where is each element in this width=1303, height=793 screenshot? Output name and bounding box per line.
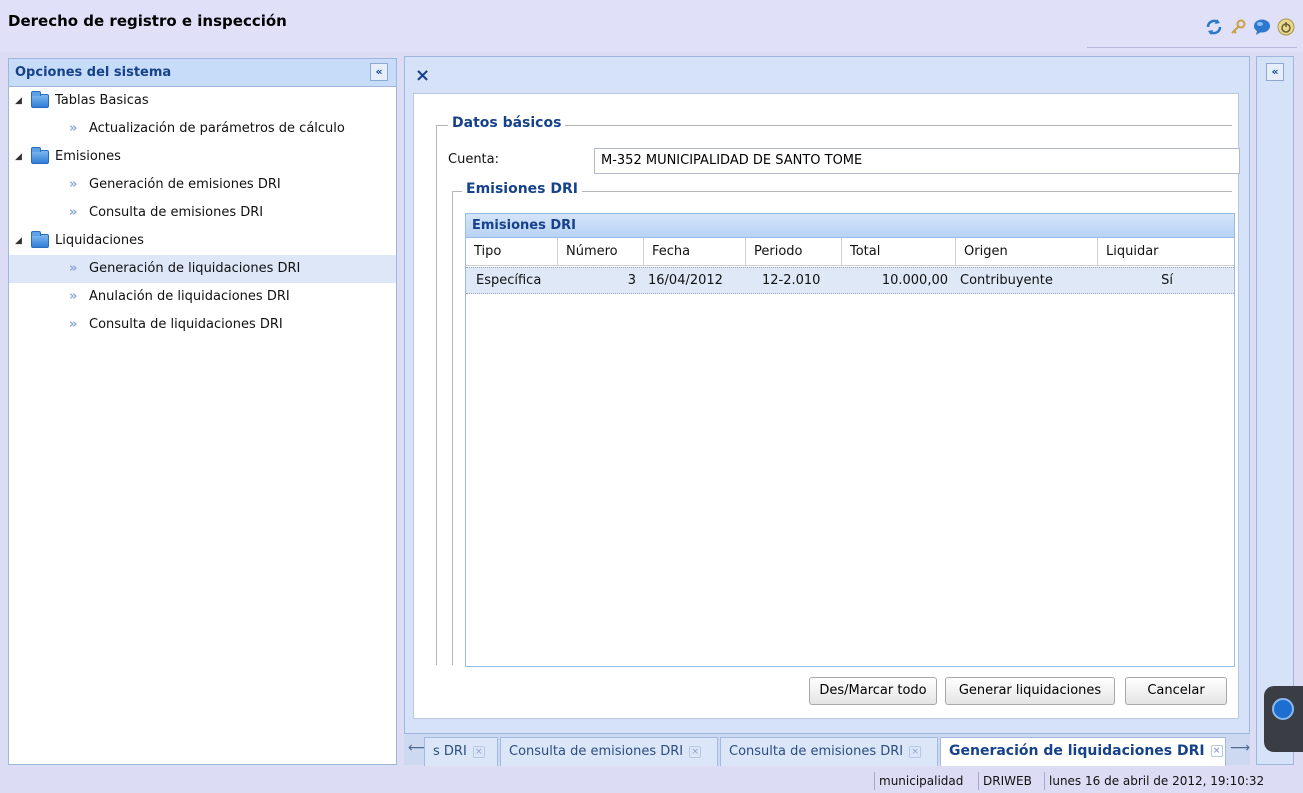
folder-icon bbox=[31, 91, 49, 108]
tab-close-icon[interactable]: × bbox=[689, 745, 702, 758]
tree-item-label: Generación de liquidaciones DRI bbox=[89, 261, 301, 276]
app-title: Derecho de registro e inspección bbox=[8, 12, 287, 30]
generate-liquidations-button[interactable]: Generar liquidaciones bbox=[945, 677, 1115, 705]
tree-item-actualizacion-parametros[interactable]: » Actualización de parámetros de cálculo bbox=[9, 115, 396, 143]
tab-label: s DRI bbox=[433, 744, 467, 759]
expanded-arrow-icon[interactable]: ◢ bbox=[15, 87, 22, 115]
options-tree: ◢ Tablas Basicas » Actualización de pará… bbox=[9, 87, 396, 339]
cell-periodo: 12-2.010 bbox=[762, 273, 821, 288]
expanded-arrow-icon[interactable]: ◢ bbox=[15, 227, 22, 255]
tab-label: Generación de liquidaciones DRI bbox=[949, 743, 1205, 759]
tree-item-label: Consulta de emisiones DRI bbox=[89, 205, 264, 220]
tab-close-icon[interactable]: × bbox=[1210, 745, 1223, 757]
double-chevron-icon: » bbox=[69, 121, 78, 136]
cell-tipo: Específica bbox=[476, 273, 542, 288]
tab-consulta-emisiones-2[interactable]: Consulta de emisiones DRI × bbox=[720, 737, 938, 766]
double-chevron-icon: » bbox=[69, 261, 78, 276]
cell-numero: 3 bbox=[627, 273, 636, 288]
table-row[interactable]: Específica 3 16/04/2012 12-2.010 10.000,… bbox=[466, 267, 1234, 294]
cell-total: 10.000,00 bbox=[881, 273, 948, 288]
scroll-right-icon[interactable]: ⟶ bbox=[1230, 740, 1250, 756]
column-header-periodo[interactable]: Periodo bbox=[746, 238, 842, 266]
tab-close-icon[interactable]: × bbox=[472, 745, 485, 758]
tree-folder-label: Tablas Basicas bbox=[55, 93, 149, 108]
status-datetime: lunes 16 de abril de 2012, 19:10:32 bbox=[1044, 772, 1268, 790]
app-header: Derecho de registro e inspección bbox=[0, 0, 1303, 52]
expand-right-button[interactable]: « bbox=[1266, 63, 1284, 81]
cancel-button[interactable]: Cancelar bbox=[1125, 677, 1227, 705]
cell-liquidar[interactable]: Sí bbox=[1098, 268, 1236, 295]
refresh-icon[interactable] bbox=[1205, 18, 1223, 36]
tab-label: Consulta de emisiones DRI bbox=[509, 744, 684, 759]
fieldset-border bbox=[452, 191, 453, 665]
folder-icon bbox=[31, 147, 49, 164]
tree-folder-emisiones[interactable]: ◢ Emisiones bbox=[9, 143, 396, 171]
panel-header: Opciones del sistema « bbox=[9, 59, 396, 87]
main-panel: × Datos básicos Cuenta: M-352 MUNICIPALI… bbox=[404, 56, 1250, 765]
double-chevron-icon: » bbox=[69, 177, 78, 192]
fieldset-border bbox=[436, 125, 437, 665]
tree-item-generacion-liquidaciones[interactable]: » Generación de liquidaciones DRI bbox=[9, 255, 396, 283]
power-icon[interactable] bbox=[1277, 18, 1295, 36]
tree-item-label: Generación de emisiones DRI bbox=[89, 177, 281, 192]
expanded-arrow-icon[interactable]: ◢ bbox=[15, 143, 22, 171]
cell-origen: Contribuyente bbox=[960, 273, 1053, 288]
tree-item-label: Anulación de liquidaciones DRI bbox=[89, 289, 290, 304]
system-options-panel: Opciones del sistema « ◢ Tablas Basicas … bbox=[8, 58, 397, 765]
key-icon[interactable] bbox=[1229, 18, 1247, 36]
column-header-total[interactable]: Total bbox=[842, 238, 956, 266]
status-user: municipalidad bbox=[874, 772, 967, 790]
tree-item-label: Consulta de liquidaciones DRI bbox=[89, 317, 283, 332]
status-bar: municipalidad DRIWEB lunes 16 de abril d… bbox=[0, 768, 1303, 793]
header-toolbar bbox=[1087, 14, 1297, 48]
column-header-origen[interactable]: Origen bbox=[956, 238, 1098, 266]
double-chevron-icon: » bbox=[69, 289, 78, 304]
status-system: DRIWEB bbox=[978, 772, 1036, 790]
tree-folder-tablas-basicas[interactable]: ◢ Tablas Basicas bbox=[9, 87, 396, 115]
grid-header: Tipo Número Fecha Periodo Total Origen L… bbox=[466, 238, 1234, 266]
cell-fecha: 16/04/2012 bbox=[648, 273, 723, 288]
panel-title: Opciones del sistema bbox=[15, 65, 172, 80]
tree-item-generacion-emisiones[interactable]: » Generación de emisiones DRI bbox=[9, 171, 396, 199]
emisiones-legend: Emisiones DRI bbox=[462, 181, 582, 197]
collapse-left-button[interactable]: « bbox=[370, 63, 388, 81]
teamviewer-icon bbox=[1272, 698, 1294, 720]
folder-icon bbox=[31, 231, 49, 248]
tab-consulta-emisiones-1[interactable]: Consulta de emisiones DRI × bbox=[500, 737, 718, 766]
column-header-liquidar[interactable]: Liquidar bbox=[1098, 238, 1236, 266]
tree-item-label: Actualización de parámetros de cálculo bbox=[89, 121, 345, 136]
grid-title-bar: Emisiones DRI bbox=[466, 214, 1234, 238]
tree-folder-label: Emisiones bbox=[55, 149, 121, 164]
chat-icon[interactable] bbox=[1253, 18, 1271, 36]
emisiones-grid: Emisiones DRI Tipo Número Fecha Periodo … bbox=[465, 213, 1235, 667]
tree-item-anulacion-liquidaciones[interactable]: » Anulación de liquidaciones DRI bbox=[9, 283, 396, 311]
tab-close-icon[interactable]: × bbox=[909, 745, 922, 758]
double-chevron-icon: » bbox=[69, 205, 78, 220]
double-chevron-icon: » bbox=[69, 317, 78, 332]
column-header-numero[interactable]: Número bbox=[558, 238, 644, 266]
tab-generacion-liquidaciones[interactable]: Generación de liquidaciones DRI × bbox=[940, 737, 1226, 766]
teamviewer-tab[interactable] bbox=[1264, 686, 1303, 752]
grid-title: Emisiones DRI bbox=[472, 218, 576, 233]
cuenta-label: Cuenta: bbox=[448, 152, 499, 167]
column-header-tipo[interactable]: Tipo bbox=[466, 238, 558, 266]
tab-bar: ⟵ s DRI × Consulta de emisiones DRI × Cons… bbox=[404, 733, 1250, 766]
tree-folder-label: Liquidaciones bbox=[55, 233, 144, 248]
tree-item-consulta-emisiones[interactable]: » Consulta de emisiones DRI bbox=[9, 199, 396, 227]
tab-label: Consulta de emisiones DRI bbox=[729, 744, 904, 759]
datos-basicos-legend: Datos básicos bbox=[448, 115, 566, 131]
tree-folder-liquidaciones[interactable]: ◢ Liquidaciones bbox=[9, 227, 396, 255]
close-icon[interactable]: × bbox=[415, 65, 430, 86]
tab-emisiones-partial[interactable]: s DRI × bbox=[424, 737, 498, 766]
tree-item-consulta-liquidaciones[interactable]: » Consulta de liquidaciones DRI bbox=[9, 311, 396, 339]
column-header-fecha[interactable]: Fecha bbox=[644, 238, 746, 266]
cuenta-field[interactable]: M-352 MUNICIPALIDAD DE SANTO TOME bbox=[594, 148, 1240, 174]
toggle-all-button[interactable]: Des/Marcar todo bbox=[809, 677, 937, 705]
right-collapsed-panel: « bbox=[1256, 56, 1294, 765]
